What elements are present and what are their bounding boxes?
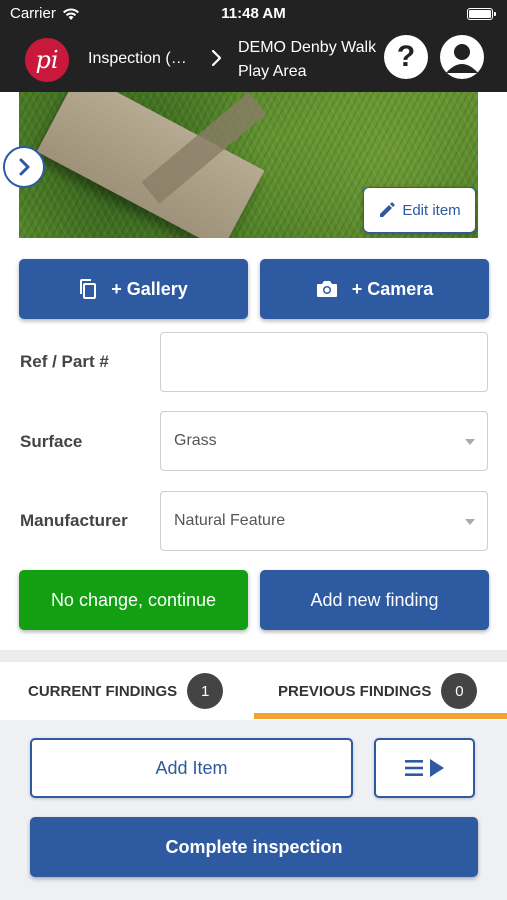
active-tab-indicator <box>254 713 507 719</box>
manufacturer-label: Manufacturer <box>20 511 128 530</box>
menu-play-icon <box>404 759 444 777</box>
battery-icon <box>467 8 496 20</box>
findings-tabs: CURRENT FINDINGS 1 PREVIOUS FINDINGS 0 <box>0 662 507 720</box>
camera-icon <box>316 281 337 297</box>
status-bar: Carrier 11:48 AM <box>0 0 507 28</box>
gallery-label: + Gallery <box>111 278 188 299</box>
profile-icon[interactable] <box>440 35 484 79</box>
chevron-right-circle-icon[interactable] <box>3 146 45 188</box>
manufacturer-value: Natural Feature <box>174 512 286 529</box>
surface-label: Surface <box>20 432 83 451</box>
edit-item-label: Edit item <box>402 201 461 219</box>
count-badge: 0 <box>441 673 478 709</box>
gallery-icon <box>80 279 97 299</box>
add-camera-button[interactable]: + Camera <box>260 259 489 319</box>
ref-part-input[interactable] <box>160 332 488 392</box>
manufacturer-select[interactable]: Natural Feature <box>160 491 488 551</box>
breadcrumb-current: DEMO Denby Walk Play Area <box>238 39 377 80</box>
help-label: ? <box>396 40 416 73</box>
next-arrow-icon <box>19 158 30 176</box>
section-divider <box>0 650 507 662</box>
status-time: 11:48 AM <box>221 5 286 22</box>
no-change-continue-button[interactable]: No change, continue <box>19 570 248 630</box>
edit-item-button[interactable]: Edit item <box>363 187 476 233</box>
app-header: pi Inspection (… DEMO Denby Walk Play Ar… <box>0 28 507 92</box>
profile-silhouette <box>446 44 478 73</box>
camera-label: + Camera <box>351 278 434 299</box>
help-icon[interactable]: ? <box>384 35 428 79</box>
add-item-button[interactable]: Add Item <box>30 738 353 798</box>
menu-play-button[interactable] <box>374 738 475 798</box>
complete-label: Complete inspection <box>165 836 343 857</box>
logo-text: pi <box>35 46 59 74</box>
dropdown-caret-icon <box>465 439 475 445</box>
add-item-label: Add Item <box>155 757 228 778</box>
surface-select[interactable]: Grass <box>160 411 488 471</box>
tab-current-findings[interactable]: CURRENT FINDINGS 1 <box>28 662 224 720</box>
tab-label: CURRENT FINDINGS <box>28 682 178 700</box>
surface-value: Grass <box>174 432 217 449</box>
ref-label: Ref / Part # <box>20 352 109 371</box>
tab-label: PREVIOUS FINDINGS <box>278 682 432 700</box>
breadcrumb-parent[interactable]: Inspection (… <box>88 50 187 68</box>
add-gallery-button[interactable]: + Gallery <box>19 259 248 319</box>
complete-inspection-button[interactable]: Complete inspection <box>30 817 478 877</box>
no-change-label: No change, continue <box>50 589 217 610</box>
chevron-right-icon <box>211 49 222 67</box>
app-logo[interactable]: pi <box>25 38 69 82</box>
dropdown-caret-icon <box>465 519 475 525</box>
pencil-icon <box>380 202 396 217</box>
add-finding-label: Add new finding <box>310 589 439 610</box>
add-new-finding-button[interactable]: Add new finding <box>260 570 489 630</box>
count-badge: 1 <box>187 673 224 709</box>
tab-previous-findings[interactable]: PREVIOUS FINDINGS 0 <box>278 662 478 720</box>
